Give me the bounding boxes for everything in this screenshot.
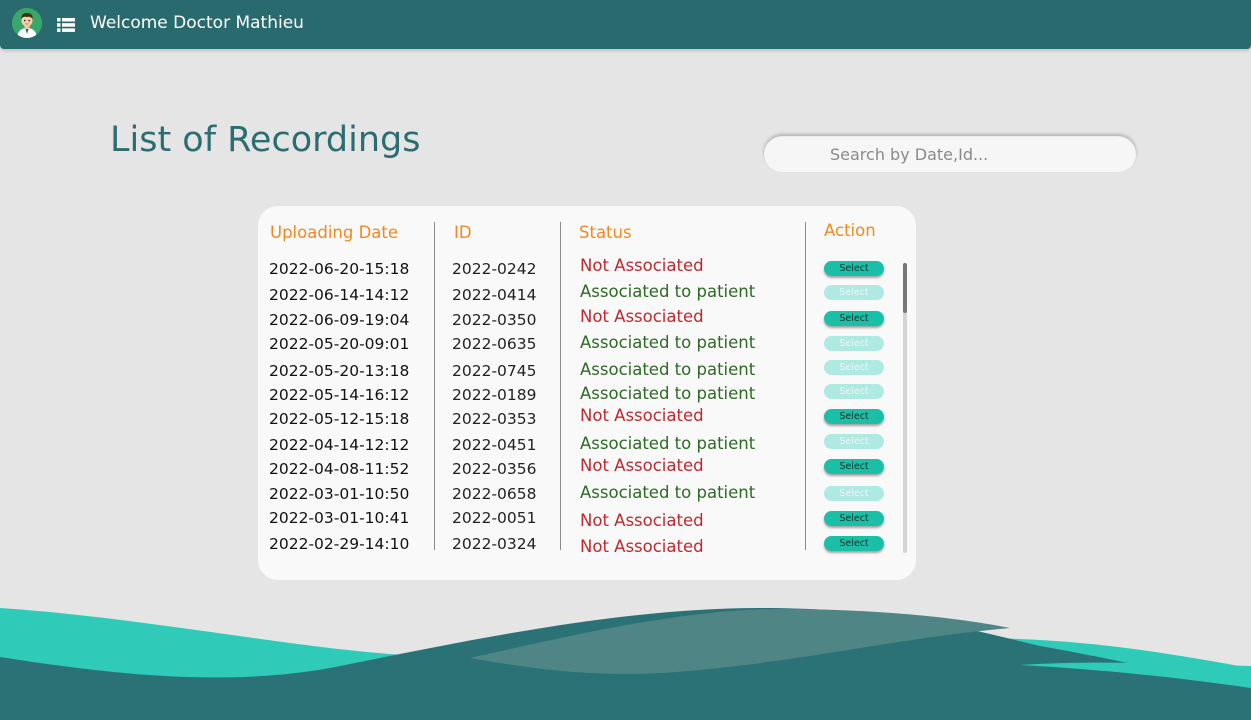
scrollbar-thumb[interactable]	[903, 263, 907, 313]
uploading-date-cell: 2022-03-01-10:41	[269, 509, 410, 527]
select-button[interactable]: Select	[824, 511, 884, 526]
page-title: List of Recordings	[110, 120, 421, 160]
status-cell: Not Associated	[580, 456, 704, 475]
select-button[interactable]: Select	[824, 336, 884, 351]
uploading-date-cell: 2022-04-14-12:12	[269, 436, 410, 454]
uploading-date-cell: 2022-04-08-11:52	[269, 460, 410, 478]
recording-id-cell: 2022-0051	[452, 509, 537, 527]
column-header-id: ID	[454, 223, 472, 242]
status-cell: Associated to patient	[580, 360, 756, 379]
recording-id-cell: 2022-0635	[452, 335, 537, 353]
recording-id-cell: 2022-0745	[452, 362, 537, 380]
select-button[interactable]: Select	[824, 285, 884, 300]
recording-id-cell: 2022-0353	[452, 410, 537, 428]
table-row: 2022-02-29-14:10 2022-0324 Not Associated S…	[258, 535, 916, 559]
select-button[interactable]: Select	[824, 311, 884, 326]
status-cell: Associated to patient	[580, 333, 756, 352]
table-row: 2022-03-01-10:41 2022-0051 Not Associated S…	[258, 509, 916, 533]
select-button[interactable]: Select	[824, 360, 884, 375]
status-cell: Not Associated	[580, 307, 704, 326]
recording-id-cell: 2022-0324	[452, 535, 537, 553]
status-cell: Not Associated	[580, 511, 704, 530]
recording-id-cell: 2022-0242	[452, 260, 537, 278]
select-button[interactable]: Select	[824, 486, 884, 501]
table-row: 2022-06-09-19:04 2022-0350 Not Associated S…	[258, 307, 916, 335]
doctor-avatar-icon[interactable]	[12, 8, 42, 38]
table-row: 2022-03-01-10:50 2022-0658 Associated to p…	[258, 483, 916, 509]
table-row: 2022-04-08-11:52 2022-0356 Not Associated S…	[258, 456, 916, 484]
recording-id-cell: 2022-0189	[452, 386, 537, 404]
select-button[interactable]: Select	[824, 409, 884, 424]
wave-decoration	[0, 608, 1251, 720]
list-menu-icon[interactable]	[57, 17, 75, 32]
recording-id-cell: 2022-0350	[452, 311, 537, 329]
table-row: 2022-05-12-15:18 2022-0353 Not Associated S…	[258, 406, 916, 434]
scrollbar[interactable]	[903, 263, 907, 553]
column-header-status: Status	[579, 223, 632, 242]
uploading-date-cell: 2022-06-20-15:18	[269, 260, 410, 278]
table-row: 2022-06-20-15:18 2022-0242 Not Associated S…	[258, 256, 916, 284]
select-button[interactable]: Select	[824, 434, 884, 449]
top-bar: Welcome Doctor Mathieu	[0, 0, 1251, 49]
recording-id-cell: 2022-0451	[452, 436, 537, 454]
uploading-date-cell: 2022-03-01-10:50	[269, 485, 410, 503]
recording-id-cell: 2022-0356	[452, 460, 537, 478]
select-button[interactable]: Select	[824, 459, 884, 474]
uploading-date-cell: 2022-06-14-14:12	[269, 286, 410, 304]
status-cell: Associated to patient	[580, 282, 756, 301]
column-header-action: Action	[824, 221, 876, 240]
search-box	[764, 136, 1136, 172]
select-button[interactable]: Select	[824, 536, 884, 551]
table-row: 2022-05-20-13:18 2022-0745 Associated to p…	[258, 360, 916, 386]
status-cell: Associated to patient	[580, 384, 756, 403]
select-button[interactable]: Select	[824, 261, 884, 276]
search-input[interactable]	[764, 136, 1136, 172]
status-cell: Associated to patient	[580, 434, 756, 453]
uploading-date-cell: 2022-05-12-15:18	[269, 410, 410, 428]
uploading-date-cell: 2022-05-14-16:12	[269, 386, 410, 404]
status-cell: Not Associated	[580, 406, 704, 425]
recordings-table: Uploading Date ID Status Action 2022-06-…	[258, 206, 916, 580]
uploading-date-cell: 2022-05-20-13:18	[269, 362, 410, 380]
recording-id-cell: 2022-0414	[452, 286, 537, 304]
uploading-date-cell: 2022-02-29-14:10	[269, 535, 410, 553]
status-cell: Associated to patient	[580, 483, 756, 502]
uploading-date-cell: 2022-06-09-19:04	[269, 311, 410, 329]
column-header-date: Uploading Date	[270, 223, 399, 242]
select-button[interactable]: Select	[824, 384, 884, 399]
status-cell: Not Associated	[580, 537, 704, 556]
uploading-date-cell: 2022-05-20-09:01	[269, 335, 410, 353]
status-cell: Not Associated	[580, 256, 704, 275]
table-row: 2022-05-20-09:01 2022-0635 Associated to p…	[258, 333, 916, 359]
recording-id-cell: 2022-0658	[452, 485, 537, 503]
welcome-text: Welcome Doctor Mathieu	[90, 13, 304, 33]
